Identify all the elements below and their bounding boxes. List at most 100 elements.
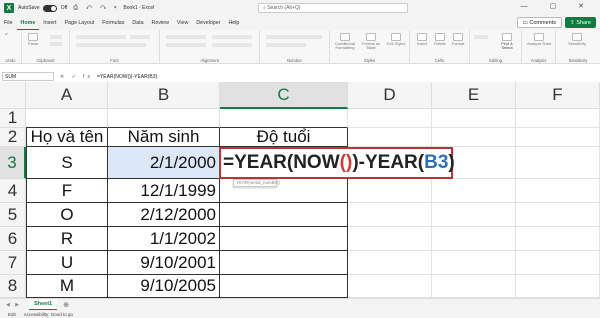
font-name-select[interactable] bbox=[76, 35, 126, 39]
font-style-buttons[interactable] bbox=[76, 43, 146, 47]
delete-cells-button[interactable]: Delete bbox=[431, 33, 449, 46]
cell-d6[interactable] bbox=[348, 227, 432, 251]
cell-f2[interactable] bbox=[516, 128, 600, 147]
cell-f3[interactable] bbox=[516, 147, 600, 179]
cell-d2[interactable] bbox=[348, 128, 432, 147]
menu-view[interactable]: View bbox=[173, 16, 192, 30]
cell-f5[interactable] bbox=[516, 203, 600, 227]
cell-b6[interactable]: 1/1/2002 bbox=[108, 227, 220, 251]
cell-b7[interactable]: 9/10/2001 bbox=[108, 251, 220, 275]
cell-d8[interactable] bbox=[348, 275, 432, 298]
accessibility-status[interactable]: Accessibility: Good to go bbox=[24, 312, 73, 317]
wrap-text-button[interactable] bbox=[212, 35, 252, 39]
cell-c6[interactable] bbox=[220, 227, 348, 251]
column-header-f[interactable]: F bbox=[516, 82, 600, 109]
align-horizontal-buttons[interactable] bbox=[166, 43, 206, 47]
column-header-a[interactable]: A bbox=[26, 82, 108, 109]
row-header-4[interactable]: 4 bbox=[0, 179, 26, 203]
menu-insert[interactable]: Insert bbox=[39, 16, 60, 30]
cell-a5[interactable]: O bbox=[26, 203, 108, 227]
menu-review[interactable]: Review bbox=[148, 16, 173, 30]
autosave-toggle[interactable] bbox=[42, 4, 57, 12]
number-format-select[interactable] bbox=[266, 35, 322, 39]
sheet-nav-arrows[interactable]: ◀ ▶ bbox=[6, 302, 21, 308]
cell-d4[interactable] bbox=[348, 179, 432, 203]
cell-e7[interactable] bbox=[432, 251, 516, 275]
cell-a3[interactable]: S bbox=[26, 147, 108, 179]
cell-a2[interactable]: Họ và tên bbox=[26, 128, 108, 147]
cell-d5[interactable] bbox=[348, 203, 432, 227]
cell-c1[interactable] bbox=[220, 109, 348, 128]
cell-a8[interactable]: M bbox=[26, 275, 108, 298]
cell-f1[interactable] bbox=[516, 109, 600, 128]
cell-b3[interactable]: 2/1/2000 bbox=[108, 147, 220, 179]
menu-developer[interactable]: Developer bbox=[192, 16, 224, 30]
cell-b8[interactable]: 9/10/2005 bbox=[108, 275, 220, 298]
sensitivity-button[interactable]: Sensitivity bbox=[562, 33, 592, 46]
cell-c8[interactable] bbox=[220, 275, 348, 298]
analyze-data-button[interactable]: Analyze Data bbox=[526, 33, 552, 46]
menu-data[interactable]: Data bbox=[128, 16, 147, 30]
row-header-5[interactable]: 5 bbox=[0, 203, 26, 227]
cell-f7[interactable] bbox=[516, 251, 600, 275]
cell-a1[interactable] bbox=[26, 109, 108, 128]
find-select-button[interactable]: Find & Select bbox=[496, 33, 518, 51]
cell-e2[interactable] bbox=[432, 128, 516, 147]
add-sheet-icon[interactable]: ⊕ bbox=[63, 301, 69, 309]
menu-help[interactable]: Help bbox=[224, 16, 243, 30]
search-input[interactable]: ⌕ Search (Alt+Q) bbox=[258, 3, 408, 13]
merge-center-button[interactable] bbox=[212, 43, 252, 47]
sheet-tab-sheet1[interactable]: Sheet1 bbox=[29, 298, 58, 311]
select-all-corner[interactable] bbox=[0, 82, 26, 109]
cell-b5[interactable]: 2/12/2000 bbox=[108, 203, 220, 227]
cell-b2[interactable]: Năm sinh bbox=[108, 128, 220, 147]
name-box[interactable]: SUM bbox=[2, 72, 54, 81]
row-header-7[interactable]: 7 bbox=[0, 251, 26, 275]
column-header-b[interactable]: B bbox=[108, 82, 220, 109]
cell-b4[interactable]: 12/1/1999 bbox=[108, 179, 220, 203]
column-header-d[interactable]: D bbox=[348, 82, 432, 109]
cell-f4[interactable] bbox=[516, 179, 600, 203]
cell-a4[interactable]: F bbox=[26, 179, 108, 203]
cell-c3-editing[interactable]: =YEAR(NOW () )-YEAR( B3 ) bbox=[219, 147, 455, 179]
row-header-1[interactable]: 1 bbox=[0, 108, 26, 128]
conditional-formatting-button[interactable]: Conditional Formatting bbox=[333, 33, 357, 51]
cell-c7[interactable] bbox=[220, 251, 348, 275]
cell-c2[interactable]: Độ tuổi bbox=[220, 128, 348, 147]
cell-f8[interactable] bbox=[516, 275, 600, 298]
row-header-6[interactable]: 6 bbox=[0, 227, 26, 251]
menu-file[interactable]: File bbox=[0, 16, 17, 30]
number-format-buttons[interactable] bbox=[266, 43, 306, 47]
cell-e1[interactable] bbox=[432, 109, 516, 128]
cell-styles-button[interactable]: Cell Styles bbox=[385, 33, 407, 46]
cell-e6[interactable] bbox=[432, 227, 516, 251]
font-size-select[interactable] bbox=[130, 35, 150, 39]
cell-c5[interactable] bbox=[220, 203, 348, 227]
column-header-c[interactable]: C bbox=[220, 82, 348, 109]
cell-f6[interactable] bbox=[516, 227, 600, 251]
quick-access-icons[interactable]: ⎙ ↶ ↷ ▾ bbox=[73, 5, 119, 12]
undo-icon[interactable]: ↶ bbox=[5, 32, 8, 37]
column-header-e[interactable]: E bbox=[432, 82, 516, 109]
formula-icons[interactable]: ✕ ✓ fx bbox=[60, 74, 93, 80]
menu-formulas[interactable]: Formulas bbox=[98, 16, 128, 30]
row-header-3[interactable]: 3 bbox=[0, 147, 26, 179]
cell-b1[interactable] bbox=[108, 109, 220, 128]
format-cells-button[interactable]: Format bbox=[449, 33, 467, 46]
format-as-table-button[interactable]: Format as Table bbox=[359, 33, 383, 51]
insert-cells-button[interactable]: Insert bbox=[413, 33, 431, 46]
share-button[interactable]: ⇪ Share bbox=[565, 17, 596, 28]
row-header-8[interactable]: 8 bbox=[0, 275, 26, 298]
menu-page-layout[interactable]: Page Layout bbox=[61, 16, 99, 30]
cell-e8[interactable] bbox=[432, 275, 516, 298]
align-top-buttons[interactable] bbox=[166, 35, 206, 39]
cell-d7[interactable] bbox=[348, 251, 432, 275]
cell-a7[interactable]: U bbox=[26, 251, 108, 275]
window-controls[interactable]: — ▢ ✕ bbox=[521, 2, 594, 10]
menu-home[interactable]: Home bbox=[16, 16, 40, 30]
cell-a6[interactable]: R bbox=[26, 227, 108, 251]
cell-e4[interactable] bbox=[432, 179, 516, 203]
autosum-icon[interactable] bbox=[474, 35, 488, 39]
row-header-2[interactable]: 2 bbox=[0, 127, 26, 147]
cell-d1[interactable] bbox=[348, 109, 432, 128]
